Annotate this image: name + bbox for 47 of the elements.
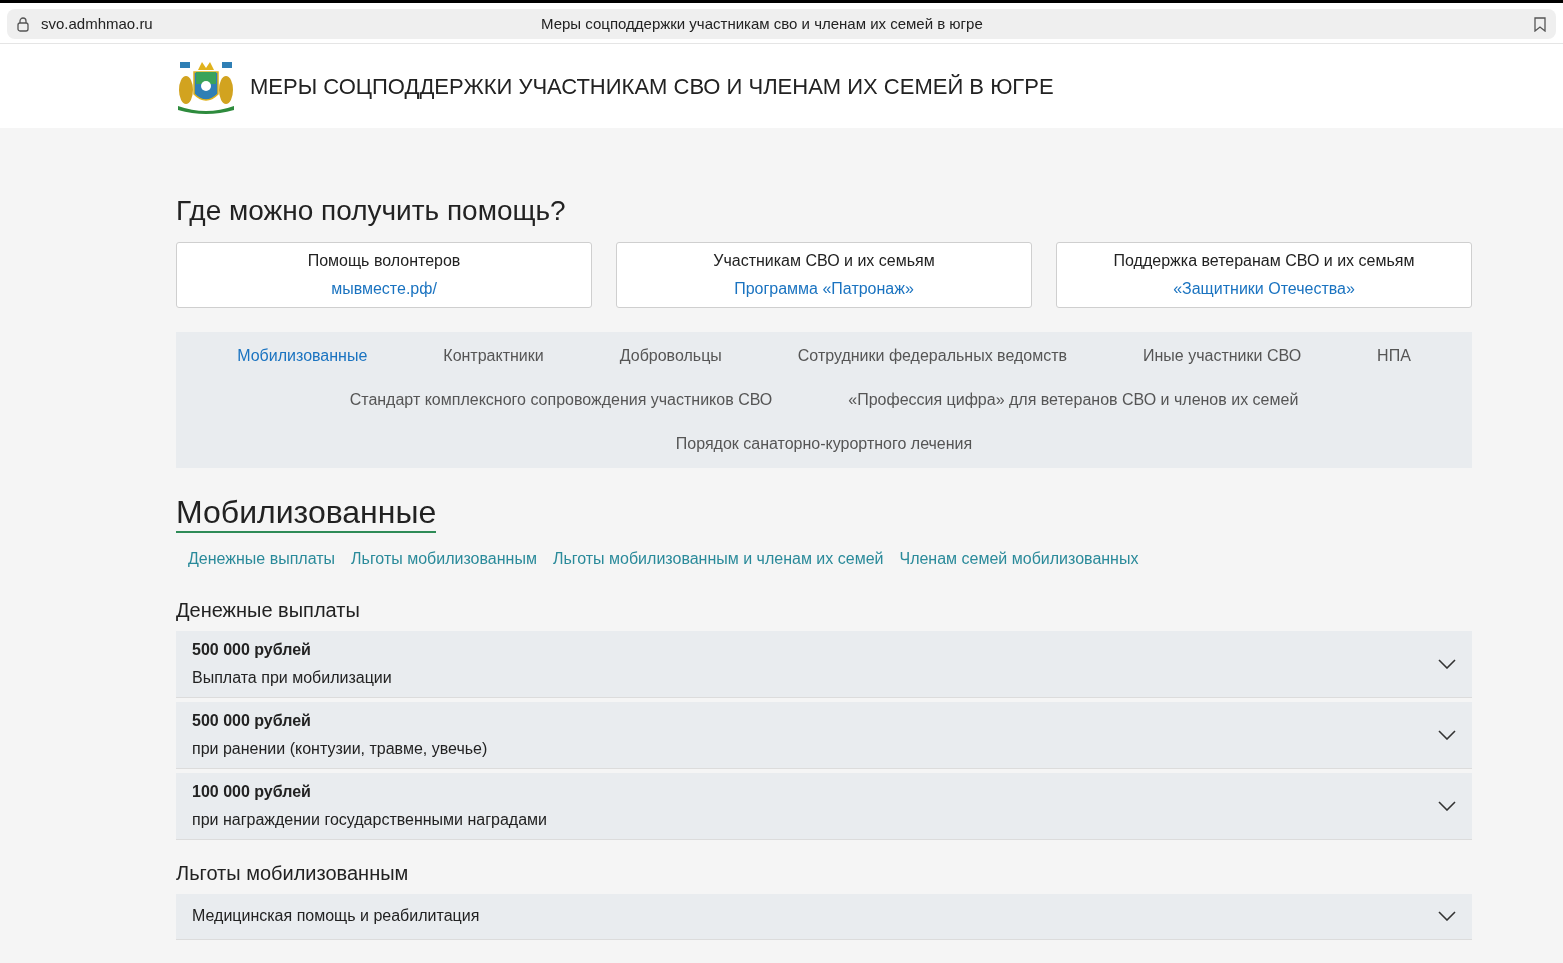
help-card-link[interactable]: «Защитники Отечества» bbox=[1173, 277, 1355, 301]
chevron-icon bbox=[1438, 658, 1456, 669]
payment-amount: 500 000 рублей bbox=[192, 639, 312, 660]
help-card[interactable]: Помощь волонтеров мывместе.рф/ bbox=[176, 242, 592, 308]
item-description: при награждении государственными наградами bbox=[192, 809, 549, 830]
chevron-icon bbox=[1438, 911, 1456, 922]
anchor-link[interactable]: Льготы мобилизованным bbox=[351, 546, 537, 571]
help-card-link[interactable]: Программа «Патронаж» bbox=[734, 277, 914, 301]
group-title: Денежные выплаты bbox=[176, 597, 361, 623]
accordion-item[interactable]: 500 000 рублей Выплата при мобилизации bbox=[176, 630, 1472, 698]
nav-tab[interactable]: «Профессия цифра» для ветеранов СВО и членов их семей bbox=[810, 388, 1337, 412]
lock-icon bbox=[17, 16, 29, 32]
help-card-label: Помощь волонтеров bbox=[307, 251, 461, 271]
nav-tab[interactable]: Добровольцы bbox=[581, 344, 760, 368]
anchor-link[interactable]: Членам семей мобилизованных bbox=[899, 546, 1139, 571]
chevron-icon bbox=[1438, 729, 1456, 740]
nav-tab[interactable]: Сотрудники федеральных ведомств bbox=[759, 344, 1106, 368]
bookmark-icon[interactable] bbox=[1534, 16, 1546, 32]
item-description: Медицинская помощь и реабилитация bbox=[192, 906, 481, 927]
nav-tab[interactable]: НПА bbox=[1339, 344, 1449, 368]
help-card[interactable]: Участникам СВО и их семьям Программа «Патронаж» bbox=[616, 242, 1032, 308]
anchor-link[interactable]: Денежные выплаты bbox=[188, 546, 336, 571]
nav-tab[interactable]: Иные участники СВО bbox=[1105, 344, 1340, 368]
anchor-link[interactable]: Льготы мобилизованным и членам их семей bbox=[552, 546, 884, 571]
section-title: Мобилизованные bbox=[176, 494, 437, 533]
item-description: при ранении (контузии, травме, увечье) bbox=[192, 738, 489, 759]
help-heading: Где можно получить помощь? bbox=[176, 194, 567, 228]
accordion-item[interactable]: 500 000 рублей при ранении (контузии, травме, увечье) bbox=[176, 701, 1472, 769]
nav-tab[interactable]: Стандарт комплексного сопровождения участников СВО bbox=[311, 388, 811, 412]
nav-tab[interactable]: Мобилизованные bbox=[199, 344, 406, 368]
help-card[interactable]: Поддержка ветеранам СВО и их семьям «Защитники Отечества» bbox=[1056, 242, 1472, 308]
payment-amount: 100 000 рублей bbox=[192, 781, 312, 802]
help-card-label: Участникам СВО и их семьям bbox=[713, 251, 935, 271]
accordion-item[interactable]: Медицинская помощь и реабилитация bbox=[176, 893, 1472, 940]
site-title: МЕРЫ СОЦПОДДЕРЖКИ УЧАСТНИКАМ СВО И ЧЛЕНАМ ИХ СЕМЕЙ В ЮГРЕ bbox=[250, 72, 1054, 101]
payment-amount: 500 000 рублей bbox=[192, 710, 312, 731]
item-description: Выплата при мобилизации bbox=[192, 667, 393, 688]
help-card-link[interactable]: мывместе.рф/ bbox=[331, 277, 437, 301]
help-card-label: Поддержка ветеранам СВО и их семьям bbox=[1113, 251, 1415, 271]
address-bar[interactable]: svo.admhmao.ru Меры соцподдержки участникам сво и членам их семей в югре bbox=[7, 9, 1556, 39]
group-title: Льготы мобилизованным bbox=[176, 860, 410, 886]
nav-tab[interactable]: Порядок санаторно-курортного лечения bbox=[637, 432, 1011, 456]
url-text: svo.admhmao.ru bbox=[41, 13, 153, 34]
nav-tab[interactable]: Контрактники bbox=[405, 344, 582, 368]
accordion-item[interactable]: 100 000 рублей при награждении государственными наградами bbox=[176, 772, 1472, 840]
page-title: Меры соцподдержки участникам сво и членам их семей в югре bbox=[541, 13, 983, 34]
chevron-icon bbox=[1438, 800, 1456, 811]
